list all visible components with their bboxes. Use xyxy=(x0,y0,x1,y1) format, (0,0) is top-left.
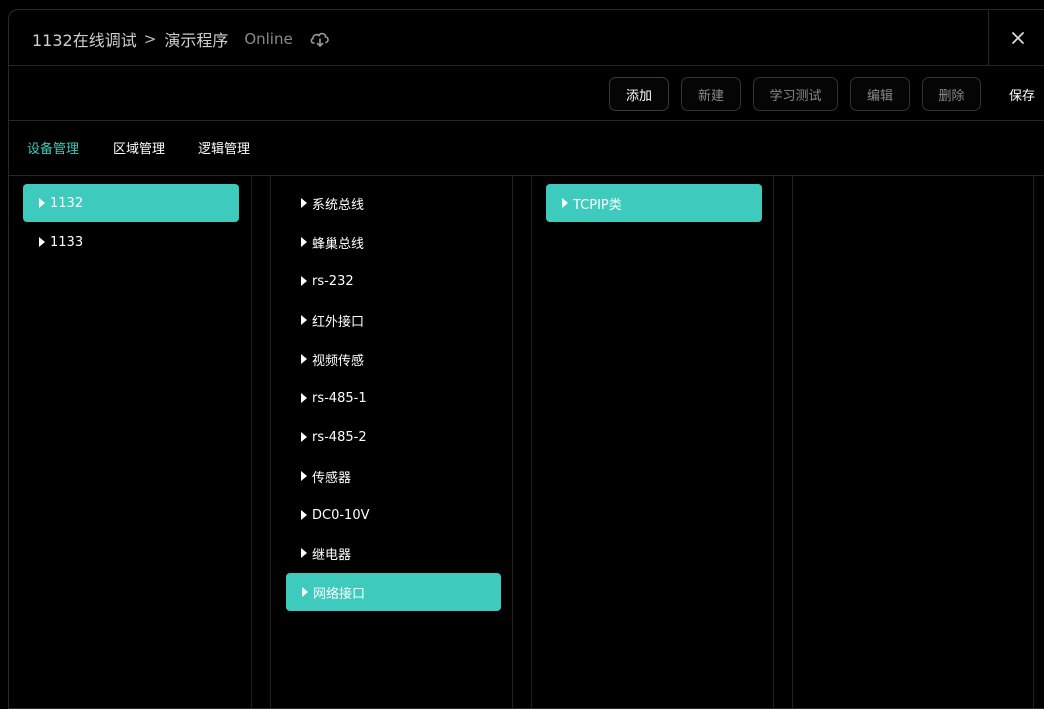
caret-right-icon xyxy=(301,432,307,442)
interface-label: 视频传感 xyxy=(312,353,365,369)
interface-item[interactable]: 传感器 xyxy=(285,457,501,495)
interface-label: 蜂巢总线 xyxy=(312,236,365,252)
column-gutter xyxy=(513,176,532,708)
interface-item[interactable]: 继电器 xyxy=(285,534,501,572)
device-label: 1133 xyxy=(50,234,84,250)
device-label: 1132 xyxy=(50,195,84,211)
tab-device-management[interactable]: 设备管理 xyxy=(27,138,79,157)
interface-item[interactable]: rs-485-2 xyxy=(285,418,501,456)
toolbar: 添加 新建 学习测试 编辑 删除 保存 xyxy=(9,66,1044,121)
interface-item[interactable]: DC0-10V xyxy=(285,496,501,534)
interface-item[interactable]: rs-485-1 xyxy=(285,379,501,417)
type-item[interactable]: TCPIP类 xyxy=(546,184,762,222)
learn-test-button[interactable]: 学习测试 xyxy=(753,77,838,111)
caret-right-icon xyxy=(301,510,307,520)
interface-label: 网络接口 xyxy=(313,586,366,602)
interface-label: 继电器 xyxy=(312,547,352,563)
save-button[interactable]: 保存 xyxy=(1009,77,1035,111)
caret-right-icon xyxy=(301,471,307,481)
connection-status: Online xyxy=(244,30,293,48)
column-gutter xyxy=(774,176,793,708)
breadcrumb-project[interactable]: 1132在线调试 xyxy=(32,27,137,51)
caret-right-icon xyxy=(301,276,307,286)
type-label: TCPIP类 xyxy=(573,197,622,213)
interface-label: 系统总线 xyxy=(312,197,365,213)
cloud-sync-icon[interactable] xyxy=(309,29,331,49)
breadcrumb-separator: > xyxy=(143,30,157,48)
interface-item[interactable]: rs-232 xyxy=(285,262,501,300)
interface-label: rs-232 xyxy=(312,273,354,289)
caret-right-icon xyxy=(301,198,307,208)
caret-right-icon xyxy=(301,393,307,403)
device-item[interactable]: 1132 xyxy=(23,184,239,222)
add-button[interactable]: 添加 xyxy=(609,77,669,111)
tab-logic-management[interactable]: 逻辑管理 xyxy=(198,138,250,157)
caret-right-icon xyxy=(301,315,307,325)
dialog-window: 1132在线调试 > 演示程序 Online 添加 新建 学习测试 编辑 删除 … xyxy=(8,9,1044,709)
breadcrumb: 1132在线调试 > 演示程序 Online xyxy=(32,27,331,51)
title-bar: 1132在线调试 > 演示程序 Online xyxy=(9,10,1044,66)
device-column: 1132 1133 xyxy=(9,176,252,708)
caret-right-icon xyxy=(302,587,308,597)
caret-right-icon xyxy=(39,237,45,247)
close-icon xyxy=(1012,32,1024,44)
interface-item[interactable]: 视频传感 xyxy=(285,340,501,378)
caret-right-icon xyxy=(301,237,307,247)
interface-label: 红外接口 xyxy=(312,314,365,330)
column-gutter xyxy=(252,176,271,708)
type-column: TCPIP类 xyxy=(532,176,774,708)
delete-button[interactable]: 删除 xyxy=(922,77,981,111)
interface-item[interactable]: 系统总线 xyxy=(285,184,501,222)
interface-label: 传感器 xyxy=(312,470,352,486)
interface-label: DC0-10V xyxy=(312,507,370,523)
breadcrumb-program: 演示程序 xyxy=(164,31,229,50)
interface-item[interactable]: 蜂巢总线 xyxy=(285,223,501,261)
interface-label: rs-485-1 xyxy=(312,390,367,406)
interface-item[interactable]: 红外接口 xyxy=(285,301,501,339)
interface-label: rs-485-2 xyxy=(312,429,367,445)
edit-button[interactable]: 编辑 xyxy=(850,77,910,111)
new-button[interactable]: 新建 xyxy=(681,77,741,111)
device-item[interactable]: 1133 xyxy=(23,223,239,261)
caret-right-icon xyxy=(301,548,307,558)
interface-column: 系统总线 蜂巢总线 rs-232 红外接口 视频传感 rs-485-1 rs-4… xyxy=(271,176,513,708)
detail-column xyxy=(793,176,1034,708)
interface-item[interactable]: 网络接口 xyxy=(286,573,501,611)
caret-right-icon xyxy=(39,198,45,208)
close-button[interactable] xyxy=(988,10,1044,66)
caret-right-icon xyxy=(301,354,307,364)
caret-right-icon xyxy=(562,198,568,208)
tab-bar: 设备管理 区域管理 逻辑管理 xyxy=(9,121,1044,176)
tab-area-management[interactable]: 区域管理 xyxy=(113,138,165,157)
